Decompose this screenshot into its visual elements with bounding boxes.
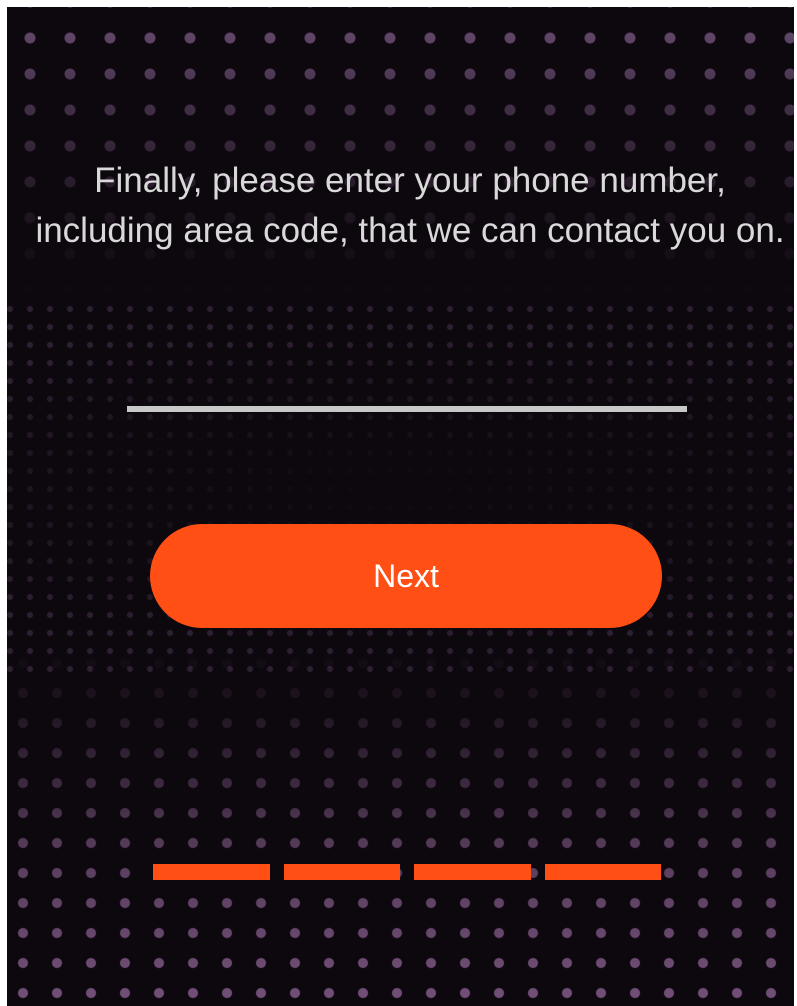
progress-step-4 bbox=[544, 864, 661, 880]
progress-step-1 bbox=[153, 864, 270, 880]
phone-number-screen: Finally, please enter your phone number,… bbox=[0, 0, 797, 1006]
dotted-background bbox=[0, 0, 797, 1006]
page-margin-left bbox=[0, 0, 7, 1006]
page-margin-top bbox=[0, 0, 797, 7]
phone-prompt-text: Finally, please enter your phone number,… bbox=[35, 161, 785, 250]
next-button[interactable]: Next bbox=[150, 524, 662, 628]
phone-number-input[interactable] bbox=[127, 362, 687, 412]
progress-step-2 bbox=[283, 864, 400, 880]
step-progress-indicator bbox=[153, 864, 661, 880]
progress-step-3 bbox=[414, 864, 531, 880]
dot-pattern-bottom bbox=[0, 640, 797, 1006]
